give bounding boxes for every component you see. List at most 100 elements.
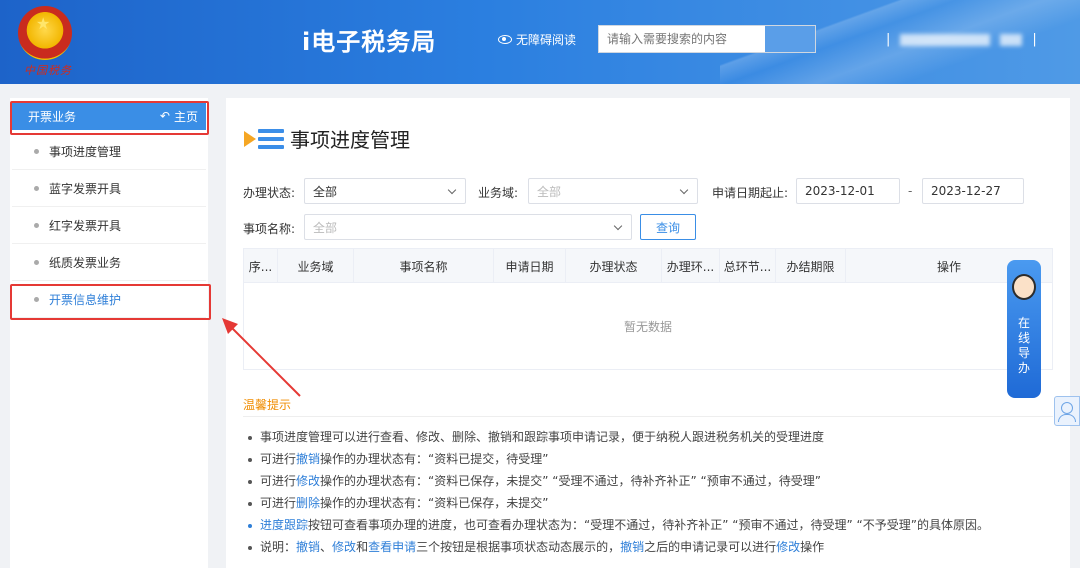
date-range-label: 申请日期起止:: [712, 186, 789, 200]
column-header: 业务域: [278, 249, 354, 283]
online-guide-text: 在线导办: [1018, 316, 1031, 375]
tip-text: 之后的申请记录可以进行: [644, 540, 777, 554]
bullet-icon: [34, 260, 39, 265]
main-panel: 事项进度管理 办理状态: 全部 业务域: 全部 申请日期起止: 2023-12-…: [226, 98, 1070, 568]
sidebar-item-label: 蓝字发票开具: [49, 182, 122, 196]
tip-text: 可进行: [260, 496, 297, 510]
sidebar-item-paper-invoice[interactable]: 纸质发票业务: [12, 245, 206, 281]
chevron-down-icon: [679, 185, 689, 195]
delete-link[interactable]: 删除: [296, 496, 320, 510]
tip-text: 三个按钮是根据事项状态动态展示的，: [416, 540, 621, 554]
tip-item: 可进行撤销操作的办理状态有：“资料已提交，待受理”: [248, 450, 548, 467]
list-play-icon: [244, 125, 284, 153]
name-value: 全部: [313, 220, 338, 235]
column-header: 总环节...: [720, 249, 776, 283]
tip-text: 、: [320, 540, 333, 554]
highlight-box-invoice-info: [10, 284, 211, 320]
domain-value: 全部: [537, 184, 562, 199]
status-label: 办理状态:: [243, 186, 296, 200]
chevron-down-icon: [613, 221, 623, 231]
column-header: 事项名称: [354, 249, 494, 283]
modify-link[interactable]: 修改: [296, 474, 320, 488]
table-header: 序... 业务域 事项名称 申请日期 办理状态 办理环... 总环节... 办结…: [244, 249, 1052, 283]
user-icon-body: [1058, 414, 1076, 422]
modify-link[interactable]: 修改: [332, 540, 356, 554]
sidebar-item-red-invoice[interactable]: 红字发票开具: [12, 208, 206, 244]
tip-text: 操作: [800, 540, 825, 554]
tip-item: 说明：撤销、修改和查看申请三个按钮是根据事项状态动态展示的，撤销之后的申请记录可…: [248, 538, 824, 555]
tips-title: 温馨提示: [243, 398, 292, 412]
tip-text: 说明：: [260, 540, 297, 554]
highlight-box-section: [10, 101, 209, 135]
sidebar: 开票业务 ↶ 主页 事项进度管理 蓝字发票开具 红字发票开具 纸质发票业务 开票…: [10, 98, 208, 568]
page-header: 事项进度管理: [244, 124, 410, 153]
tip-text: 事项进度管理可以进行查看、修改、删除、撤销和跟踪事项申请记录，便于纳税人跟进税务…: [260, 430, 825, 444]
tip-text: 和: [356, 540, 369, 554]
search-box: [598, 25, 816, 53]
page-title: 事项进度管理: [290, 128, 410, 152]
user-icon: [1061, 402, 1073, 414]
status-select[interactable]: 全部: [304, 178, 466, 204]
column-header: 申请日期: [494, 249, 566, 283]
bullet-icon: [34, 223, 39, 228]
tip-item: 可进行修改操作的办理状态有：“资料已保存，未提交” “受理不通过，待补齐补正” …: [248, 472, 821, 489]
date-separator: -: [908, 184, 913, 198]
data-table: 序... 业务域 事项名称 申请日期 办理状态 办理环... 总环节... 办结…: [243, 248, 1053, 370]
assistant-avatar-icon: [1012, 274, 1036, 300]
chevron-down-icon: [447, 185, 457, 195]
user-menu-blurred[interactable]: [1000, 33, 1023, 46]
modify-link[interactable]: 修改: [776, 540, 800, 554]
sidebar-item-label: 事项进度管理: [49, 145, 122, 159]
query-button[interactable]: 查询: [640, 214, 696, 240]
date-start-input[interactable]: 2023-12-01: [796, 178, 900, 204]
separator: |: [886, 32, 891, 47]
tip-item: 可进行删除操作的办理状态有：“资料已保存，未提交”: [248, 494, 548, 511]
column-header: 办理环...: [662, 249, 720, 283]
user-service-button[interactable]: [1054, 396, 1080, 426]
tip-text: 操作的办理状态有：“资料已提交，待受理”: [320, 452, 549, 466]
column-header: 办结期限: [776, 249, 846, 283]
accessible-reading-button[interactable]: 无障碍阅读: [498, 31, 576, 48]
sidebar-item-label: 纸质发票业务: [49, 256, 122, 270]
sidebar-item-blue-invoice[interactable]: 蓝字发票开具: [12, 171, 206, 207]
sidebar-item-progress[interactable]: 事项进度管理: [12, 134, 206, 170]
tip-text: 按钮可查看事项办理的进度，也可查看办理状态为：“受理不通过，待补齐补正” “预审…: [308, 518, 989, 532]
bullet-icon: [34, 149, 39, 154]
accessible-reading-label: 无障碍阅读: [516, 33, 577, 47]
top-header: ★ 中国税务 i电子税务局 无障碍阅读 | |: [0, 0, 1080, 84]
empty-state-text: 暂无数据: [623, 319, 672, 334]
user-info-blurred[interactable]: [900, 33, 991, 46]
site-title: i电子税务局: [302, 28, 437, 56]
sidebar-item-label: 红字发票开具: [49, 219, 122, 233]
user-area: | |: [886, 32, 1037, 47]
domain-select[interactable]: 全部: [528, 178, 698, 204]
divider: [243, 416, 1053, 417]
domain-label: 业务域:: [478, 186, 519, 200]
revoke-link[interactable]: 撤销: [296, 452, 320, 466]
name-select[interactable]: 全部: [304, 214, 632, 240]
progress-track-link[interactable]: 进度跟踪: [260, 518, 308, 532]
column-header: 办理状态: [566, 249, 662, 283]
seal-text: 中国税务: [24, 64, 72, 77]
tip-item: 进度跟踪按钮可查看事项办理的进度，也可查看办理状态为：“受理不通过，待补齐补正”…: [248, 516, 989, 533]
tip-text: 操作的办理状态有：“资料已保存，未提交”: [320, 496, 549, 510]
tip-text: 可进行: [260, 452, 297, 466]
status-value: 全部: [313, 184, 338, 199]
search-button[interactable]: [765, 26, 815, 52]
tip-text: 可进行: [260, 474, 297, 488]
online-guide-button[interactable]: 在线导办: [1007, 260, 1041, 398]
date-end-input[interactable]: 2023-12-27: [922, 178, 1024, 204]
tip-text: 操作的办理状态有：“资料已保存，未提交” “受理不通过，待补齐补正” “预审不通…: [320, 474, 821, 488]
view-application-link[interactable]: 查看申请: [368, 540, 416, 554]
revoke-link[interactable]: 撤销: [296, 540, 320, 554]
tip-item: 事项进度管理可以进行查看、修改、删除、撤销和跟踪事项申请记录，便于纳税人跟进税务…: [248, 428, 824, 445]
name-label: 事项名称:: [243, 222, 296, 236]
separator: |: [1032, 32, 1037, 47]
online-guide-label: 在线导办: [1007, 316, 1041, 376]
column-header: 序...: [244, 249, 278, 283]
search-input[interactable]: [599, 26, 765, 52]
bullet-icon: [34, 186, 39, 191]
star-icon: ★: [36, 14, 51, 33]
eye-icon: [498, 35, 512, 44]
revoke-link[interactable]: 撤销: [620, 540, 644, 554]
